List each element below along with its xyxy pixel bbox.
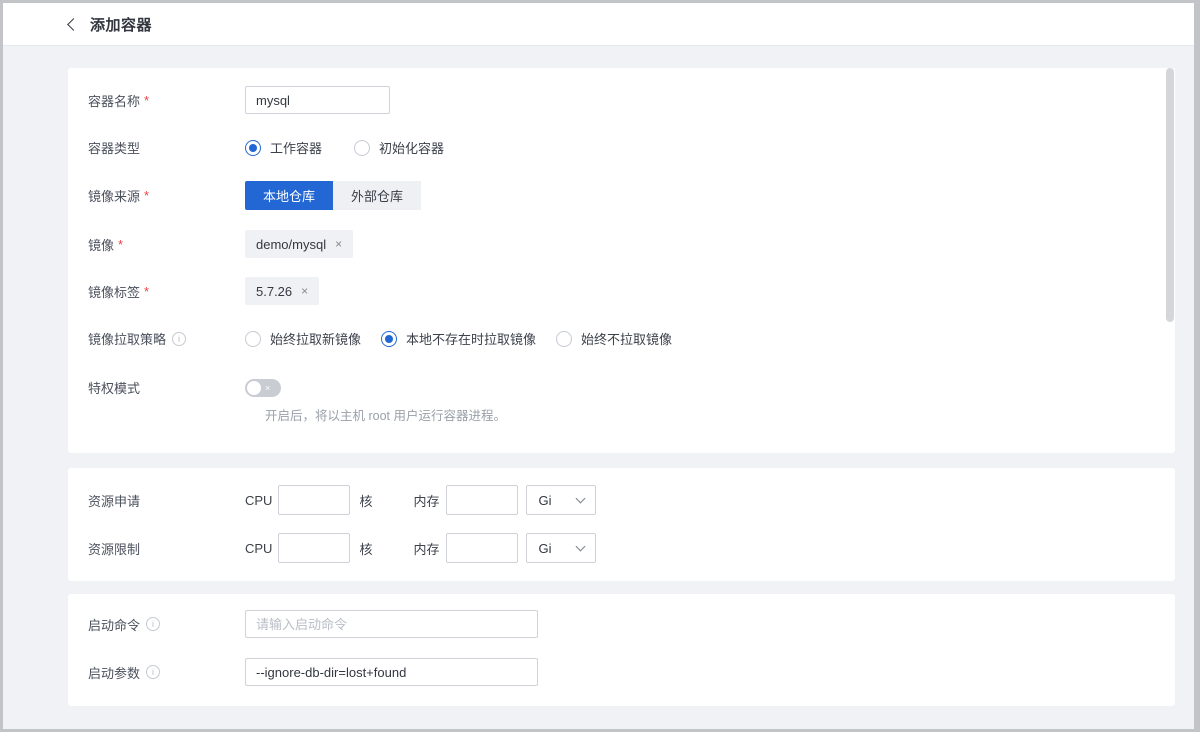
image-source-segmented: 本地仓库 外部仓库 bbox=[245, 181, 421, 210]
local-repo-button[interactable]: 本地仓库 bbox=[245, 181, 333, 210]
radio-unchecked-icon bbox=[354, 140, 370, 156]
info-icon: i bbox=[172, 332, 186, 346]
back-button[interactable]: 添加容器 bbox=[69, 14, 152, 35]
radio-pull-if-not-present[interactable]: 本地不存在时拉取镜像 bbox=[381, 329, 536, 348]
resource-request-row: 资源申请 CPU 核 内存 Gi bbox=[88, 485, 1175, 515]
resource-limit-label: 资源限制 bbox=[88, 539, 245, 558]
start-args-row: 启动参数 i bbox=[88, 658, 1175, 686]
resource-request-label: 资源申请 bbox=[88, 491, 245, 510]
start-command-label: 启动命令 i bbox=[88, 615, 245, 634]
chevron-down-icon bbox=[576, 542, 586, 552]
chevron-down-icon bbox=[576, 494, 586, 504]
radio-always-pull[interactable]: 始终拉取新镜像 bbox=[245, 329, 361, 348]
external-repo-button[interactable]: 外部仓库 bbox=[333, 181, 421, 210]
toggle-off-icon: × bbox=[265, 381, 270, 395]
start-args-label: 启动参数 i bbox=[88, 663, 245, 682]
resources-card: 资源申请 CPU 核 内存 Gi 资源限制 CPU 核 内存 bbox=[68, 468, 1175, 581]
container-name-input[interactable] bbox=[245, 86, 390, 114]
request-memory-unit-select[interactable]: Gi bbox=[526, 485, 596, 515]
request-memory-input[interactable] bbox=[446, 485, 518, 515]
cpu-unit: 核 bbox=[359, 491, 372, 510]
start-command-row: 启动命令 i bbox=[88, 610, 1175, 638]
privileged-toggle[interactable]: × bbox=[245, 379, 281, 397]
page-header: 添加容器 bbox=[3, 3, 1194, 46]
image-version-label: 镜像标签 * bbox=[88, 282, 245, 301]
info-icon: i bbox=[146, 617, 160, 631]
image-version-row: 镜像标签 * 5.7.26 × bbox=[88, 277, 1175, 305]
close-icon[interactable]: × bbox=[301, 285, 308, 297]
limit-cpu-input[interactable] bbox=[278, 533, 350, 563]
scrollbar-thumb[interactable] bbox=[1166, 68, 1174, 322]
chevron-left-icon bbox=[67, 18, 80, 31]
required-marker: * bbox=[144, 188, 149, 203]
privileged-label: 特权模式 bbox=[88, 378, 245, 397]
container-name-label: 容器名称 * bbox=[88, 91, 245, 110]
radio-checked-icon bbox=[245, 140, 261, 156]
container-type-label: 容器类型 bbox=[88, 138, 245, 157]
basic-settings-card: 容器名称 * 容器类型 工作容器 初始化容器 bbox=[68, 68, 1175, 453]
memory-label: 内存 bbox=[413, 491, 439, 510]
add-container-page: 添加容器 容器名称 * 容器类型 工作容器 bbox=[0, 0, 1200, 732]
toggle-knob bbox=[247, 381, 261, 395]
page-title: 添加容器 bbox=[90, 14, 152, 35]
image-row: 镜像 * demo/mysql × bbox=[88, 230, 1175, 258]
start-command-input[interactable] bbox=[245, 610, 538, 638]
version-tag-chip[interactable]: 5.7.26 × bbox=[245, 277, 319, 305]
image-source-label: 镜像来源 * bbox=[88, 186, 245, 205]
radio-unchecked-icon bbox=[556, 331, 572, 347]
required-marker: * bbox=[144, 284, 149, 299]
cpu-label: CPU bbox=[245, 493, 272, 508]
limit-memory-input[interactable] bbox=[446, 533, 518, 563]
pull-policy-row: 镜像拉取策略 i 始终拉取新镜像 本地不存在时拉取镜像 始终不拉取镜像 bbox=[88, 329, 1175, 348]
request-cpu-input[interactable] bbox=[278, 485, 350, 515]
memory-label: 内存 bbox=[413, 539, 439, 558]
cpu-label: CPU bbox=[245, 541, 272, 556]
info-icon: i bbox=[146, 665, 160, 679]
container-type-row: 容器类型 工作容器 初始化容器 bbox=[88, 138, 1175, 157]
pull-policy-label: 镜像拉取策略 i bbox=[88, 329, 245, 348]
form-content: 容器名称 * 容器类型 工作容器 初始化容器 bbox=[3, 46, 1194, 728]
container-name-row: 容器名称 * bbox=[88, 86, 1175, 114]
image-tag-chip[interactable]: demo/mysql × bbox=[245, 230, 353, 258]
close-icon[interactable]: × bbox=[335, 238, 342, 250]
required-marker: * bbox=[118, 237, 123, 252]
radio-never-pull[interactable]: 始终不拉取镜像 bbox=[556, 329, 672, 348]
limit-memory-unit-select[interactable]: Gi bbox=[526, 533, 596, 563]
resource-limit-row: 资源限制 CPU 核 内存 Gi bbox=[88, 533, 1175, 563]
required-marker: * bbox=[144, 93, 149, 108]
privileged-hint: 开启后，将以主机 root 用户运行容器进程。 bbox=[265, 405, 1175, 424]
image-label: 镜像 * bbox=[88, 235, 245, 254]
radio-work-container[interactable]: 工作容器 bbox=[245, 138, 322, 157]
radio-checked-icon bbox=[381, 331, 397, 347]
radio-unchecked-icon bbox=[245, 331, 261, 347]
image-source-row: 镜像来源 * 本地仓库 外部仓库 bbox=[88, 181, 1175, 210]
startup-card: 启动命令 i 启动参数 i bbox=[68, 594, 1175, 706]
privileged-row: 特权模式 × bbox=[88, 378, 1175, 397]
radio-init-container[interactable]: 初始化容器 bbox=[354, 138, 444, 157]
cpu-unit: 核 bbox=[359, 539, 372, 558]
start-args-input[interactable] bbox=[245, 658, 538, 686]
